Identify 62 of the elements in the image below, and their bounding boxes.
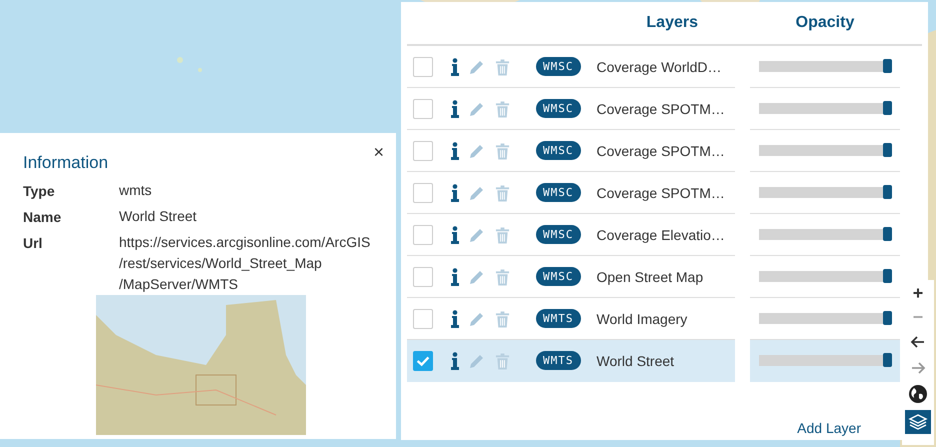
- info-icon[interactable]: [451, 184, 459, 202]
- add-layer-link[interactable]: Add Layer: [797, 420, 861, 436]
- layer-name[interactable]: Coverage WorldD…: [596, 58, 722, 74]
- type-badge: WMSC: [536, 57, 580, 76]
- slider-thumb[interactable]: [882, 101, 892, 115]
- opacity-slider[interactable]: [758, 313, 892, 324]
- field-value: https://services.arcgisonline.com/ArcGIS /rest/services/World_Street_Map /MapServer/WMTS: [119, 233, 372, 294]
- field-value: wmts: [119, 181, 153, 200]
- checkbox[interactable]: [413, 182, 433, 202]
- layer-name[interactable]: Open Street Map: [596, 268, 704, 284]
- slider-thumb[interactable]: [882, 185, 892, 199]
- info-icon[interactable]: [451, 58, 459, 76]
- type-badge: WMTS: [536, 309, 580, 328]
- globe-icon[interactable]: [908, 384, 928, 404]
- opacity-slider[interactable]: [758, 187, 892, 198]
- layer-name[interactable]: Coverage Elevatio…: [596, 226, 725, 242]
- opacity-slider[interactable]: [758, 271, 892, 282]
- panel-title: Information: [23, 153, 110, 173]
- type-badge: WMSC: [536, 225, 580, 244]
- type-badge: WMSC: [536, 183, 580, 202]
- info-icon[interactable]: [451, 142, 459, 160]
- layer-name[interactable]: Coverage SPOTM…: [596, 100, 725, 116]
- layers-button[interactable]: [905, 410, 931, 434]
- opacity-slider[interactable]: [758, 103, 892, 114]
- info-icon[interactable]: [451, 268, 459, 286]
- info-icon[interactable]: [451, 352, 459, 370]
- layer-name[interactable]: Coverage SPOTM…: [596, 142, 725, 158]
- type-badge: WMSC: [536, 99, 580, 118]
- type-badge: WMSC: [536, 267, 580, 286]
- field-value: World Street: [119, 207, 198, 226]
- info-icon[interactable]: [451, 310, 459, 328]
- opacity-slider[interactable]: [758, 355, 892, 366]
- zoom-in-button[interactable]: +: [912, 284, 924, 302]
- slider-thumb[interactable]: [882, 269, 892, 283]
- opacity-slider[interactable]: [758, 229, 892, 240]
- opacity-slider[interactable]: [758, 61, 892, 72]
- checkbox[interactable]: [413, 224, 433, 244]
- checkbox[interactable]: [413, 56, 433, 76]
- type-badge: WMTS: [536, 351, 580, 370]
- slider-thumb[interactable]: [882, 311, 892, 325]
- info-icon[interactable]: [451, 100, 459, 118]
- slider-thumb[interactable]: [882, 59, 892, 73]
- layer-name[interactable]: World Imagery: [596, 310, 688, 326]
- field-label: Type: [23, 183, 56, 201]
- column-header: Opacity: [796, 14, 854, 32]
- slider-thumb[interactable]: [882, 143, 892, 157]
- slider-thumb[interactable]: [882, 227, 892, 241]
- checkbox[interactable]: [413, 308, 433, 328]
- checkbox[interactable]: [413, 98, 433, 118]
- checkbox[interactable]: [413, 266, 433, 286]
- close-button[interactable]: ×: [371, 143, 386, 161]
- layer-name[interactable]: Coverage SPOTM…: [596, 184, 725, 200]
- checkbox[interactable]: [413, 140, 433, 160]
- info-icon[interactable]: [451, 226, 459, 244]
- layer-name[interactable]: World Street: [596, 352, 674, 368]
- type-badge: WMSC: [536, 141, 580, 160]
- field-label: Name: [23, 209, 62, 227]
- checkbox[interactable]: [413, 350, 433, 370]
- column-header: Layers: [646, 14, 698, 32]
- opacity-slider[interactable]: [758, 145, 892, 156]
- slider-thumb[interactable]: [882, 353, 892, 367]
- field-label: Url: [23, 235, 44, 253]
